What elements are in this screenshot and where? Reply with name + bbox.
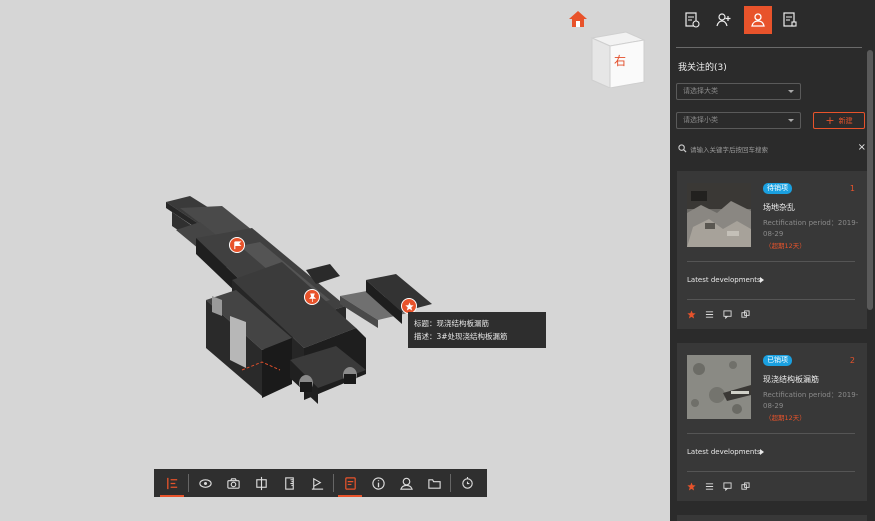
- star-icon: [404, 301, 414, 310]
- star-icon[interactable]: [687, 310, 696, 319]
- eye-icon: [198, 478, 212, 488]
- toolbar-markup-button[interactable]: [303, 469, 331, 497]
- tooltip-description: 描述：3#处现浇结构板漏筋: [414, 332, 508, 341]
- plus-icon: +: [825, 114, 835, 127]
- tab-document-list[interactable]: [776, 6, 804, 34]
- select-major-placeholder: 请选择大类: [683, 87, 718, 95]
- issue-card[interactable]: 待销项 1 场地杂乱 Rectification period：2019-08-…: [677, 171, 867, 329]
- view-cube-face-label: 右: [614, 54, 627, 68]
- rectification-period: Rectification period：2019-08-29: [763, 391, 859, 410]
- toolbar-measure-button[interactable]: [275, 469, 303, 497]
- toolbar-separator: [450, 474, 451, 492]
- issue-title: 场地杂乱: [763, 203, 795, 212]
- issue-marker[interactable]: [304, 289, 320, 305]
- comment-icon[interactable]: [723, 310, 732, 320]
- new-issue-button[interactable]: + 新建: [813, 112, 865, 129]
- star-icon[interactable]: [687, 482, 696, 491]
- toolbar-location-button[interactable]: [392, 469, 420, 497]
- copy-icon[interactable]: [741, 482, 750, 491]
- status-badge: 已销项: [763, 355, 792, 366]
- list-icon: [166, 477, 177, 489]
- select-minor-category[interactable]: 请选择小类: [676, 112, 801, 129]
- issue-index: 1: [849, 184, 855, 193]
- card-divider: [687, 433, 855, 434]
- chevron-down-icon: [788, 90, 794, 93]
- list-icon[interactable]: [705, 310, 714, 319]
- panel-tabs: [678, 6, 858, 36]
- follow-user-icon: [751, 13, 765, 27]
- toolbar-separator: [188, 474, 189, 492]
- list-icon[interactable]: [705, 482, 714, 491]
- chevron-down-icon: [788, 119, 794, 122]
- issue-photo: [687, 355, 751, 419]
- tab-followed[interactable]: [744, 6, 772, 34]
- copy-icon[interactable]: [741, 310, 750, 319]
- toolbar-view-button[interactable]: [191, 469, 219, 497]
- toolbar-settings-button[interactable]: [453, 469, 481, 497]
- search-input[interactable]: 请输入关键字后按回车搜索 ×: [676, 142, 866, 156]
- status-badge: 待销项: [763, 183, 792, 194]
- rectification-period: Rectification period：2019-08-29: [763, 219, 859, 238]
- toolbar-issue-button[interactable]: [336, 469, 364, 497]
- new-issue-button-label: 新建: [838, 116, 853, 125]
- close-icon[interactable]: ×: [858, 142, 866, 153]
- card-divider: [687, 471, 855, 472]
- home-view-button[interactable]: [568, 10, 588, 28]
- camera-icon: [226, 477, 240, 489]
- toolbar-folder-button[interactable]: [420, 469, 448, 497]
- latest-developments-link[interactable]: Latest developments: [687, 276, 761, 284]
- select-major-category[interactable]: 请选择大类: [676, 83, 801, 100]
- issue-index: 2: [849, 356, 855, 365]
- model-viewport[interactable]: 右 标题：现浇结构板漏筋 描述：3#处现浇结构板漏筋: [0, 0, 670, 521]
- issue-card[interactable]: 已销项 2 现浇结构板漏筋 Rectification period：2019-…: [677, 343, 867, 501]
- card-actions: [687, 310, 750, 320]
- home-icon: [569, 11, 587, 27]
- panel-heading: 我关注的(3): [678, 63, 727, 73]
- issue-icon: [344, 476, 356, 490]
- view-cube[interactable]: 右: [590, 30, 646, 89]
- overdue-note: （超期12天）: [765, 242, 806, 250]
- section-icon: [255, 476, 267, 490]
- settings-icon: [461, 476, 473, 489]
- document-grid-icon: [783, 12, 797, 27]
- issue-title: 现浇结构板漏筋: [763, 375, 819, 384]
- toolbar-info-button[interactable]: [364, 469, 392, 497]
- caret-right-icon: [760, 449, 764, 455]
- add-user-icon: [716, 13, 731, 27]
- flag-icon: [233, 240, 242, 249]
- search-icon: [678, 144, 687, 153]
- tab-document-history[interactable]: [678, 6, 706, 34]
- issue-photo: [687, 183, 751, 247]
- flag-icon: [311, 477, 323, 490]
- tooltip-title: 标题：现浇结构板漏筋: [414, 319, 489, 328]
- select-minor-placeholder: 请选择小类: [683, 116, 718, 124]
- toolbar-section-button[interactable]: [247, 469, 275, 497]
- tab-add-member[interactable]: [710, 6, 738, 34]
- panel-scrollbar[interactable]: [867, 50, 873, 310]
- card-divider: [687, 299, 855, 300]
- toolbar-screenshot-button[interactable]: [219, 469, 247, 497]
- issue-marker[interactable]: [229, 237, 245, 253]
- document-clock-icon: [685, 12, 700, 28]
- location-icon: [399, 477, 413, 490]
- card-divider: [687, 261, 855, 262]
- overdue-note: （超期12天）: [765, 414, 806, 422]
- card-actions: [687, 482, 750, 492]
- issue-tooltip: 标题：现浇结构板漏筋 描述：3#处现浇结构板漏筋: [408, 312, 546, 348]
- measure-icon: [284, 476, 294, 490]
- info-icon: [371, 476, 385, 490]
- building-model[interactable]: [0, 0, 670, 521]
- toolbar-list-button[interactable]: [158, 469, 186, 497]
- toolbar-separator: [333, 474, 334, 492]
- caret-right-icon: [760, 277, 764, 283]
- bottom-toolbar: [154, 469, 487, 497]
- latest-developments-link[interactable]: Latest developments: [687, 448, 761, 456]
- search-placeholder: 请输入关键字后按回车搜索: [690, 146, 768, 154]
- pin-icon: [308, 293, 316, 302]
- comment-icon[interactable]: [723, 482, 732, 492]
- folder-icon: [427, 478, 441, 489]
- issue-card[interactable]: [677, 515, 867, 521]
- tab-underline: [676, 47, 862, 48]
